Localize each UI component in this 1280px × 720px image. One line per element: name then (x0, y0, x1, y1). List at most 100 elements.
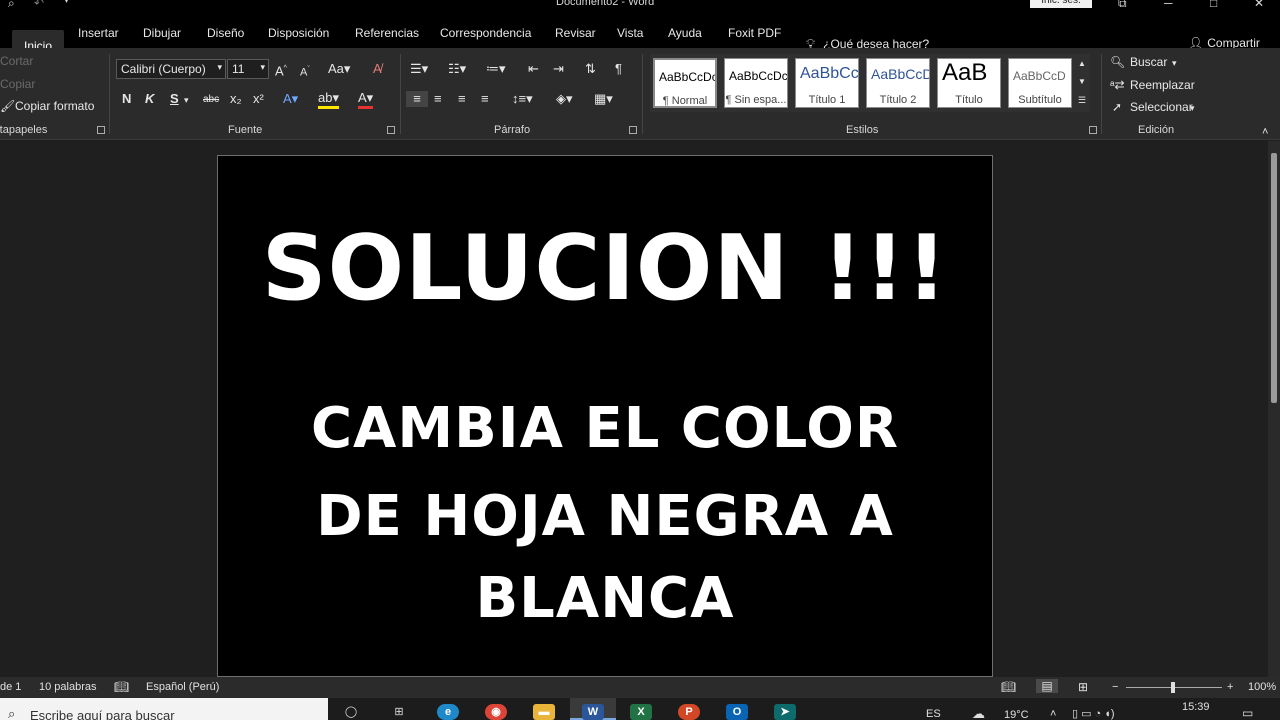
weather-icon[interactable]: ☁︎ (972, 706, 985, 720)
paragraph-launcher[interactable] (629, 126, 637, 134)
web-layout-icon[interactable]: ⊞ (1078, 680, 1088, 694)
minimize-icon[interactable]: ─ (1164, 0, 1173, 10)
borders-icon[interactable]: ▦▾ (594, 91, 613, 107)
tab-disposicion[interactable]: Disposición (268, 26, 329, 40)
collapse-ribbon-icon[interactable]: ˄ (1262, 124, 1268, 140)
cut-button[interactable]: Cortar (0, 54, 33, 68)
tab-ayuda[interactable]: Ayuda (668, 26, 702, 40)
justify-icon[interactable]: ≡ (481, 91, 489, 107)
style-title[interactable]: AaB Título (937, 58, 1001, 108)
read-mode-icon[interactable]: 📖︎ (1001, 680, 1016, 694)
vertical-scrollbar[interactable] (1268, 141, 1280, 677)
zoom-level[interactable]: 100% (1248, 681, 1276, 693)
outlook-icon[interactable]: O (726, 704, 748, 720)
style-heading-2[interactable]: AaBbCcD Título 2 (866, 58, 930, 108)
font-size-select[interactable]: 11 ▾ (227, 59, 269, 79)
gallery-scroll-up-icon[interactable]: ▲ (1078, 56, 1086, 72)
underline-button[interactable]: S (170, 91, 179, 107)
highlight-color-icon[interactable]: ab▾ (318, 90, 339, 109)
tray-chevron-icon[interactable]: ˄ (1050, 708, 1056, 720)
zoom-out-icon[interactable]: − (1112, 681, 1118, 693)
clock-time[interactable]: 15:39 (1182, 701, 1210, 713)
clear-formatting-icon[interactable]: A̸ (373, 61, 382, 77)
tab-foxit-pdf[interactable]: Foxit PDF (728, 26, 781, 40)
language-status[interactable]: Español (Perú) (146, 681, 219, 693)
align-left-icon[interactable]: ≡ (406, 91, 428, 107)
zoom-slider-thumb[interactable] (1171, 682, 1175, 693)
chrome-icon[interactable]: ◉ (485, 704, 507, 720)
styles-launcher[interactable] (1089, 126, 1097, 134)
tab-correspondencia[interactable]: Correspondencia (440, 26, 531, 40)
edge-icon[interactable]: e (437, 704, 459, 720)
style-no-spacing[interactable]: AaBbCcDc ¶ Sin espa... (724, 58, 788, 108)
powerpoint-icon[interactable]: P (678, 704, 700, 720)
grow-font-icon[interactable]: A^ (275, 61, 287, 79)
show-marks-icon[interactable]: ¶ (615, 61, 622, 77)
sign-in-button[interactable]: Inic. ses. (1030, 0, 1092, 8)
quick-access-dropdown-icon[interactable]: ▾ (64, 0, 69, 6)
line-spacing-icon[interactable]: ↕≡▾ (512, 91, 533, 107)
sort-icon[interactable]: ⇅ (585, 61, 596, 77)
multilevel-list-icon[interactable]: ≔▾ (486, 61, 506, 77)
font-name-select[interactable]: Calibri (Cuerpo) ▾ (116, 59, 226, 79)
strikethrough-button[interactable]: abc (203, 92, 219, 108)
increase-indent-icon[interactable]: ⇥ (553, 61, 564, 77)
excel-icon[interactable]: X (630, 704, 652, 720)
decrease-indent-icon[interactable]: ⇤ (528, 61, 539, 77)
style-subtitle[interactable]: AaBbCcD Subtítulo (1008, 58, 1072, 108)
document-area[interactable]: SOLUCION !!! CAMBIA EL COLOR DE HOJA NEG… (0, 141, 1268, 677)
close-icon[interactable]: ✕ (1254, 0, 1264, 10)
tab-vista[interactable]: Vista (617, 26, 643, 40)
notifications-icon[interactable]: ▭ (1242, 706, 1253, 720)
style-heading-1[interactable]: AaBbCc Título 1 (795, 58, 859, 108)
font-launcher[interactable] (387, 126, 395, 134)
document-page[interactable]: SOLUCION !!! CAMBIA EL COLOR DE HOJA NEG… (217, 155, 993, 677)
page-count[interactable]: de 1 (0, 681, 21, 693)
scrollbar-thumb[interactable] (1271, 153, 1277, 403)
text-effects-icon[interactable]: A▾ (283, 91, 298, 107)
shading-icon[interactable]: ◈▾ (556, 91, 573, 107)
select-button[interactable]: Seleccionar (1130, 100, 1193, 114)
bold-button[interactable]: N (122, 91, 131, 107)
gallery-more-icon[interactable]: ☰ (1078, 92, 1086, 108)
proofing-icon[interactable]: 📖︎ (114, 680, 129, 694)
clipboard-launcher[interactable] (97, 126, 105, 134)
chevron-down-icon[interactable]: ▾ (1190, 100, 1195, 116)
taskbar-search-box[interactable]: ⌕ Escribe aquí para buscar (0, 698, 328, 720)
align-center-icon[interactable]: ≡ (434, 91, 442, 107)
widgets-icon[interactable]: ⊞ (388, 704, 410, 720)
bullets-icon[interactable]: ☰▾ (410, 61, 428, 77)
zoom-in-icon[interactable]: + (1227, 681, 1233, 693)
tray-icons[interactable]: ▯ ▭ ◔ ◖) (1072, 707, 1115, 720)
font-color-icon[interactable]: A▾ (358, 90, 374, 109)
align-right-icon[interactable]: ≡ (458, 91, 466, 107)
tab-insertar[interactable]: Insertar (78, 26, 119, 40)
weather-temp[interactable]: 19°C (1004, 709, 1029, 720)
maximize-icon[interactable]: □ (1210, 0, 1217, 10)
word-count[interactable]: 10 palabras (39, 681, 97, 693)
undo-icon[interactable]: ↶ (34, 0, 44, 10)
numbering-icon[interactable]: ☷▾ (448, 61, 466, 77)
search-icon[interactable]: ⌕ (8, 0, 15, 11)
italic-button[interactable]: K (145, 91, 154, 107)
app-icon[interactable]: ➤ (774, 704, 796, 720)
chevron-down-icon[interactable]: ▾ (1172, 55, 1177, 71)
word-icon[interactable]: W (582, 704, 604, 720)
print-layout-icon[interactable]: ▤ (1036, 679, 1058, 693)
tab-referencias[interactable]: Referencias (355, 26, 419, 40)
input-language[interactable]: ES (926, 708, 941, 720)
format-painter-button[interactable]: Copiar formato (15, 99, 94, 113)
replace-button[interactable]: Reemplazar (1130, 78, 1195, 92)
file-explorer-icon[interactable]: ▬ (533, 704, 555, 720)
task-view-icon[interactable]: ◯ (340, 704, 362, 720)
ribbon-display-icon[interactable]: ⧉ (1118, 0, 1127, 11)
copy-button[interactable]: Copiar (0, 77, 35, 91)
find-button[interactable]: Buscar (1130, 55, 1167, 69)
style-normal[interactable]: AaBbCcDc ¶ Normal (653, 58, 717, 108)
change-case-icon[interactable]: Aa▾ (328, 61, 350, 77)
underline-dropdown-icon[interactable]: ▾ (184, 92, 189, 108)
tab-dibujar[interactable]: Dibujar (143, 26, 181, 40)
superscript-button[interactable]: x² (253, 91, 264, 107)
subscript-button[interactable]: x₂ (230, 91, 242, 107)
tab-revisar[interactable]: Revisar (555, 26, 596, 40)
